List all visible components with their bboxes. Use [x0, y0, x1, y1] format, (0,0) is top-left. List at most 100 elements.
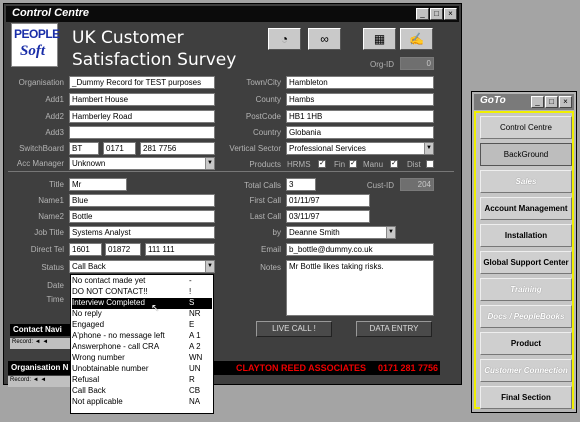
binoculars-button[interactable]: ∞ [308, 28, 341, 50]
goto-window: GoTo _ □ × Control Centre BackGround Sal… [471, 91, 577, 413]
postcode-field[interactable]: HB1 1HB [286, 110, 434, 123]
live-call-button[interactable]: LIVE CALL ! [256, 321, 332, 337]
clock-button[interactable]: ◔ [268, 28, 301, 50]
by-select[interactable]: Deanne Smith ▼ [286, 226, 396, 239]
chevron-down-icon[interactable]: ▼ [205, 158, 214, 169]
county-field[interactable]: Hambs [286, 93, 434, 106]
data-entry-button[interactable]: DATA ENTRY [356, 321, 432, 337]
maximize-icon[interactable]: □ [430, 8, 443, 20]
logo: PEOPLE Soft [11, 23, 60, 67]
logo-text-bottom: Soft [20, 43, 46, 59]
chevron-down-icon[interactable]: ▼ [424, 143, 433, 154]
contact-navigator-bar: Contact Navi [10, 324, 72, 336]
company-phone: 0171 281 7756 [378, 363, 439, 373]
list-item[interactable]: Wrong number WN [72, 353, 212, 364]
town-field[interactable]: Hambleton [286, 76, 434, 89]
goto-sales[interactable]: Sales [480, 170, 572, 193]
direct-tel-area-field[interactable]: 01872 [105, 243, 141, 256]
goto-background[interactable]: BackGround [480, 143, 572, 166]
notes-label: Notes [260, 263, 281, 272]
country-label: Country [252, 128, 281, 137]
maximize-icon[interactable]: □ [545, 96, 558, 108]
list-item[interactable]: DO NOT CONTACT!!! [72, 287, 212, 298]
list-item[interactable]: Engaged E [72, 320, 212, 331]
job-title-field[interactable]: Systems Analyst [69, 226, 215, 239]
cust-id-label: Cust-ID [366, 181, 394, 190]
list-item[interactable]: No reply NR [72, 309, 212, 320]
organisation-navigator-bar: Organisation N [8, 361, 72, 375]
list-item[interactable]: Answerphone - call CRA A 2 [72, 342, 212, 353]
goto-panel: Control Centre BackGround Sales Account … [474, 111, 574, 409]
close-icon[interactable]: × [444, 8, 457, 20]
organisation-label: Organisation [18, 78, 64, 87]
time-label: Time [46, 295, 64, 304]
title-field[interactable]: Mr [69, 178, 127, 191]
product-dist-checkbox[interactable] [426, 160, 434, 168]
list-item-selected[interactable]: Interview Completed S [72, 298, 212, 309]
minimize-icon[interactable]: _ [531, 96, 544, 108]
direct-tel-number-field[interactable]: 111 111 [145, 243, 215, 256]
job-title-label: Job Title [34, 228, 64, 237]
town-label: Town/City [246, 78, 281, 87]
first-call-label: First Call [249, 196, 281, 205]
email-field[interactable]: b_bottle@dummy.co.uk [286, 243, 434, 256]
chevron-down-icon[interactable]: ▼ [205, 261, 214, 272]
list-item[interactable]: Not applicable NA [72, 397, 212, 408]
goto-training[interactable]: Training [480, 278, 572, 301]
org-id-field: 0 [400, 57, 434, 70]
add1-field[interactable]: Hambert House [69, 93, 215, 106]
handshake-button[interactable]: ✍ [400, 28, 433, 50]
page-title-line2: Satisfaction Survey [72, 50, 237, 70]
goto-control-centre[interactable]: Control Centre [480, 116, 572, 139]
last-call-field[interactable]: 03/11/97 [286, 210, 370, 223]
first-call-field[interactable]: 01/11/97 [286, 194, 370, 207]
acc-manager-select[interactable]: Unknown ▼ [69, 157, 215, 170]
add1-label: Add1 [45, 95, 64, 104]
status-select[interactable]: Call Back ▼ [69, 260, 215, 273]
status-dropdown-list[interactable]: No contact made yet - DO NOT CONTACT!!! I… [70, 274, 214, 414]
minimize-icon[interactable]: _ [416, 8, 429, 20]
product-hrms-checkbox[interactable]: ✓ [318, 160, 326, 168]
product-manu-label: Manu [363, 160, 384, 169]
contact-record-nav[interactable]: Record: ◄ ◄ [10, 338, 72, 349]
goto-customer-connection[interactable]: Customer Connection [480, 359, 572, 382]
chart-button[interactable]: ▦ [363, 28, 396, 50]
list-item[interactable]: Unobtainable number UN [72, 364, 212, 375]
add3-field[interactable] [69, 126, 215, 139]
chevron-down-icon[interactable]: ▼ [386, 227, 395, 238]
goto-title-bar[interactable]: GoTo _ □ × [474, 94, 574, 110]
name1-field[interactable]: Blue [69, 194, 215, 207]
goto-account-management[interactable]: Account Management [480, 197, 572, 220]
country-field[interactable]: Globania [286, 126, 434, 139]
products-label: Products [249, 160, 281, 169]
product-fin-label: Fin [334, 160, 346, 169]
close-icon[interactable]: × [559, 96, 572, 108]
goto-docs-peoplebooks[interactable]: Docs / PeopleBooks [480, 305, 572, 328]
product-dist-label: Dist [407, 160, 421, 169]
date-label: Date [47, 281, 64, 290]
chart-icon: ▦ [373, 32, 386, 46]
product-manu-checkbox[interactable]: ✓ [390, 160, 398, 168]
organisation-field[interactable]: _Dummy Record for TEST purposes [69, 76, 215, 89]
switchboard-area-field[interactable]: 0171 [103, 142, 136, 155]
list-item[interactable]: A'phone - no message left A 1 [72, 331, 212, 342]
direct-tel-prefix-field[interactable]: 1601 [69, 243, 102, 256]
notes-field[interactable]: Mr Bottle likes taking risks. [286, 260, 434, 316]
add2-label: Add2 [45, 112, 64, 121]
goto-product[interactable]: Product [480, 332, 572, 355]
goto-global-support-center[interactable]: Global Support Center [480, 251, 572, 274]
list-item[interactable]: Refusal R [72, 375, 212, 386]
switchboard-prefix-field[interactable]: BT [69, 142, 99, 155]
product-fin-checkbox[interactable]: ✓ [349, 160, 357, 168]
title-bar[interactable]: Control Centre _ □ × [6, 6, 459, 22]
name2-field[interactable]: Bottle [69, 210, 215, 223]
switchboard-number-field[interactable]: 281 7756 [140, 142, 215, 155]
add2-field[interactable]: Hamberley Road [69, 110, 215, 123]
list-item[interactable]: No contact made yet - [72, 276, 212, 287]
org-record-nav[interactable]: Record: ◄ ◄ [8, 376, 72, 387]
total-calls-field[interactable]: 3 [286, 178, 316, 191]
vertical-sector-select[interactable]: Professional Services ▼ [286, 142, 434, 155]
list-item[interactable]: Call Back CB [72, 386, 212, 397]
goto-final-section[interactable]: Final Section [480, 386, 572, 409]
goto-installation[interactable]: Installation [480, 224, 572, 247]
